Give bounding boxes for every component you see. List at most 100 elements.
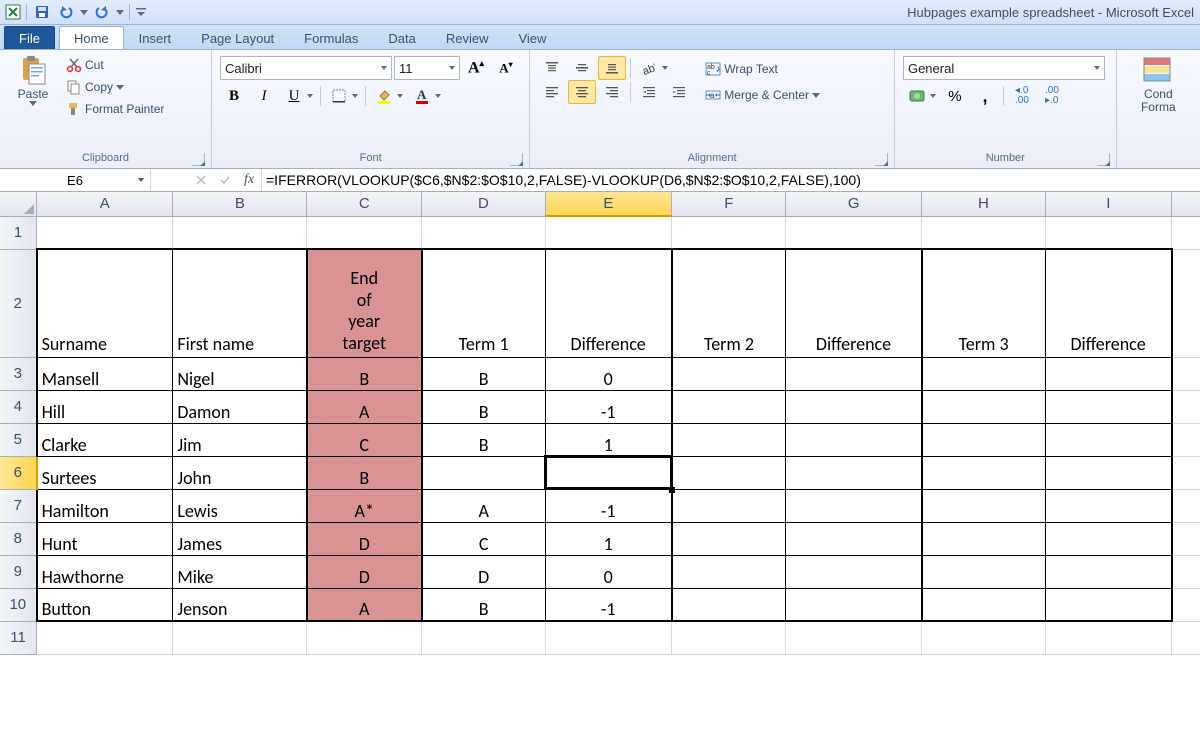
cell[interactable]: -1 [545, 489, 671, 522]
qat-save-button[interactable] [31, 2, 53, 22]
tab-review[interactable]: Review [431, 26, 504, 49]
decrease-indent-button[interactable] [635, 80, 663, 104]
row-header-11[interactable]: 11 [0, 621, 37, 654]
cell[interactable]: Term 3 [922, 249, 1046, 357]
cell[interactable]: Mansell [37, 357, 173, 390]
cell[interactable] [1045, 456, 1171, 489]
cell[interactable] [307, 216, 422, 249]
tab-page-layout[interactable]: Page Layout [186, 26, 289, 49]
number-format-combo[interactable]: General [903, 56, 1105, 80]
grow-font-button[interactable]: A▴ [462, 56, 490, 80]
cell[interactable]: First name [173, 249, 307, 357]
cell[interactable]: A [422, 489, 546, 522]
cell[interactable] [422, 456, 546, 489]
col-header-C[interactable]: C [307, 192, 422, 216]
cell[interactable] [786, 216, 922, 249]
cell[interactable] [922, 390, 1046, 423]
col-header-A[interactable]: A [37, 192, 173, 216]
cell[interactable] [1045, 216, 1171, 249]
enter-formula-button[interactable] [213, 174, 237, 186]
cell[interactable] [672, 588, 786, 621]
row-header-1[interactable]: 1 [0, 216, 37, 249]
cell[interactable]: John [173, 456, 307, 489]
cell[interactable]: Clarke [37, 423, 173, 456]
cell[interactable] [922, 489, 1046, 522]
row-header-10[interactable]: 10 [0, 588, 37, 621]
cell[interactable]: B [422, 357, 546, 390]
cell[interactable]: Hamilton [37, 489, 173, 522]
tab-file[interactable]: File [4, 26, 55, 49]
align-center-button[interactable] [568, 80, 596, 104]
cell[interactable] [786, 390, 922, 423]
row-header-3[interactable]: 3 [0, 357, 37, 390]
align-middle-button[interactable] [568, 56, 596, 80]
col-header-H[interactable]: H [922, 192, 1046, 216]
cell[interactable]: Damon [173, 390, 307, 423]
cell[interactable] [37, 621, 173, 654]
cell[interactable] [922, 555, 1046, 588]
comma-button[interactable]: , [971, 84, 999, 108]
clipboard-launcher[interactable] [192, 153, 205, 166]
decrease-decimal-button[interactable]: .00▸.0 [1038, 84, 1066, 108]
increase-indent-button[interactable] [665, 80, 693, 104]
cell[interactable] [672, 423, 786, 456]
cell[interactable]: Jim [173, 423, 307, 456]
col-header-D[interactable]: D [422, 192, 546, 216]
cell[interactable]: Difference [1045, 249, 1171, 357]
cell[interactable]: 1 [545, 522, 671, 555]
row-header-4[interactable]: 4 [0, 390, 37, 423]
tab-data[interactable]: Data [373, 26, 430, 49]
cell[interactable] [672, 555, 786, 588]
cell[interactable]: B [307, 456, 422, 489]
cut-button[interactable]: Cut [64, 54, 166, 76]
cell[interactable] [786, 522, 922, 555]
cell[interactable]: -1 [545, 390, 671, 423]
cell[interactable] [545, 621, 671, 654]
cell[interactable] [307, 621, 422, 654]
formula-input[interactable]: =IFERROR(VLOOKUP($C6,$N$2:$O$10,2,FALSE)… [262, 169, 1200, 191]
cell[interactable]: James [173, 522, 307, 555]
cell[interactable] [672, 621, 786, 654]
alignment-launcher[interactable] [875, 153, 888, 166]
cell[interactable] [672, 456, 786, 489]
cell[interactable] [1045, 390, 1171, 423]
insert-function-button[interactable]: fx [237, 172, 261, 188]
cell[interactable]: Hunt [37, 522, 173, 555]
cell[interactable] [1045, 588, 1171, 621]
orientation-button[interactable]: ab [635, 56, 671, 80]
cell[interactable]: Hawthorne [37, 555, 173, 588]
row-header-2[interactable]: 2 [0, 249, 37, 357]
cell[interactable]: A [307, 390, 422, 423]
cell[interactable]: 1 [545, 423, 671, 456]
fill-color-button[interactable] [370, 84, 406, 108]
italic-button[interactable]: I [250, 84, 278, 108]
cell[interactable] [1045, 621, 1171, 654]
number-launcher[interactable] [1097, 153, 1110, 166]
row-header-5[interactable]: 5 [0, 423, 37, 456]
conditional-formatting-button[interactable]: CondForma [1124, 52, 1192, 116]
qat-redo-dropdown[interactable] [115, 2, 125, 22]
cell[interactable] [1045, 357, 1171, 390]
cell[interactable]: Endofyeartarget [307, 249, 422, 357]
format-painter-button[interactable]: Format Painter [64, 98, 166, 120]
cell[interactable]: D [307, 555, 422, 588]
cell[interactable] [786, 621, 922, 654]
cell[interactable]: C [422, 522, 546, 555]
worksheet-grid[interactable]: ABCDEFGHI12SurnameFirst nameEndofyeartar… [0, 192, 1200, 655]
cell[interactable] [672, 357, 786, 390]
cell[interactable]: B [422, 423, 546, 456]
font-launcher[interactable] [510, 153, 523, 166]
cell[interactable] [922, 357, 1046, 390]
merge-center-button[interactable]: a Merge & Center [703, 82, 822, 108]
cell[interactable] [672, 390, 786, 423]
cell[interactable]: B [307, 357, 422, 390]
name-box[interactable]: E6 [0, 169, 151, 191]
select-all-corner[interactable] [0, 192, 37, 216]
cell[interactable]: Button [37, 588, 173, 621]
row-header-6[interactable]: 6 [0, 456, 37, 489]
cell[interactable]: Nigel [173, 357, 307, 390]
cell[interactable]: Mike [173, 555, 307, 588]
borders-button[interactable] [325, 84, 361, 108]
cell[interactable] [37, 216, 173, 249]
tab-home[interactable]: Home [59, 26, 124, 49]
